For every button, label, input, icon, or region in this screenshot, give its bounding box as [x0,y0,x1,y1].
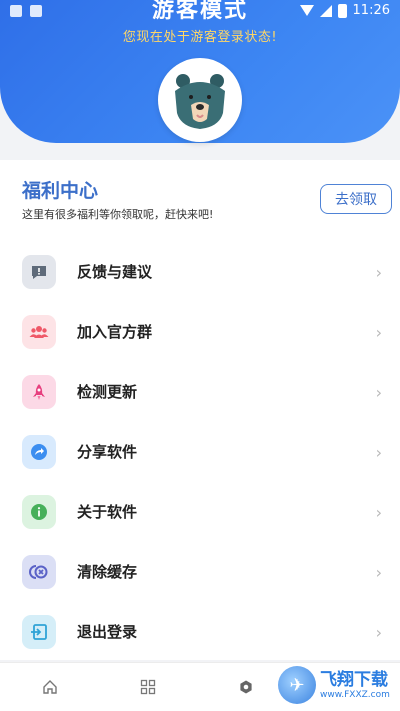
menu-item-join-group[interactable]: 加入官方群 › [0,302,400,362]
menu-item-check-update[interactable]: 检测更新 › [0,362,400,422]
menu-item-label: 清除缓存 [77,563,138,581]
watermark-text: 飞翔下载 [320,670,388,690]
menu-item-feedback[interactable]: 反馈与建议 › [0,242,400,302]
welfare-title: 福利中心 [22,180,99,202]
guest-status-text: 您现在处于游客登录状态! [122,30,278,45]
share-icon [22,435,56,469]
watermark: ✈ 飞翔下载 www.FXXZ.com [278,664,396,706]
menu-item-share[interactable]: 分享软件 › [0,422,400,482]
watermark-url: www.FXXZ.com [320,690,390,700]
chevron-right-icon: › [375,443,382,462]
clear-cache-icon [22,555,56,589]
claim-button[interactable]: 去领取 [320,184,392,214]
chevron-right-icon: › [375,323,382,342]
group-icon [22,315,56,349]
menu-item-label: 加入官方群 [77,323,153,341]
chevron-right-icon: › [375,563,382,582]
menu-item-label: 反馈与建议 [77,263,153,281]
chevron-right-icon: › [375,263,382,282]
menu-item-label: 检测更新 [77,383,138,401]
grid-icon[interactable] [136,675,160,699]
chevron-right-icon: › [375,383,382,402]
menu-item-clear-cache[interactable]: 清除缓存 › [0,542,400,602]
menu-item-logout[interactable]: 退出登录 › [0,602,400,662]
page-title: 游客模式 [151,0,248,23]
bear-avatar-icon [175,74,225,129]
menu-item-label: 退出登录 [77,623,138,641]
menu-item-label: 关于软件 [77,503,138,521]
content-card: 福利中心 这里有很多福利等你领取呢，赶快来吧! 去领取 反馈与建议 › 加入官方… [0,160,400,660]
menu-item-label: 分享软件 [77,443,138,461]
feedback-icon [22,255,56,289]
chevron-right-icon: › [375,623,382,642]
chevron-right-icon: › [375,503,382,522]
rocket-icon [22,375,56,409]
logout-icon [22,615,56,649]
welfare-description: 这里有很多福利等你领取呢，赶快来吧! [22,208,214,221]
info-icon [22,495,56,529]
settings-menu: 反馈与建议 › 加入官方群 › 检测更新 › 分享软件 › 关于软件 › 清除缓… [0,242,400,662]
menu-item-about[interactable]: 关于软件 › [0,482,400,542]
avatar[interactable] [158,58,242,142]
home-icon[interactable] [38,675,62,699]
settings-icon[interactable] [234,675,258,699]
watermark-logo-icon: ✈ [278,666,316,704]
